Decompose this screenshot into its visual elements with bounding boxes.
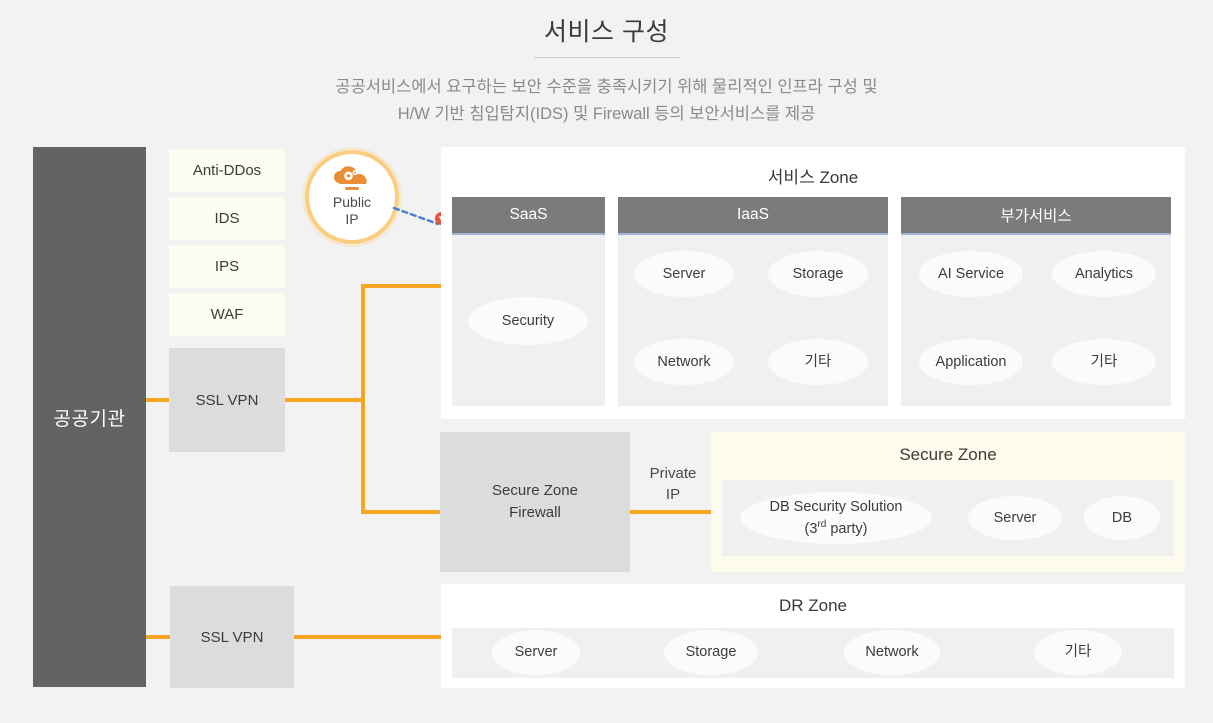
db-security-prefix: (3: [804, 520, 818, 537]
service-column-body: Server Storage Network 기타: [618, 235, 888, 406]
service-pill-server: Server: [634, 251, 734, 297]
pill-label: AI Service: [937, 265, 1005, 282]
connector-vertical-bus: [361, 284, 365, 514]
dr-zone-inner: Server Storage Network 기타: [452, 628, 1174, 678]
service-zone-title: 서비스 Zone: [767, 168, 859, 187]
pill-label: Storage: [685, 644, 737, 660]
security-item-anti-ddos: Anti-DDos: [169, 149, 285, 192]
service-column-saas: SaaS Security: [452, 197, 605, 406]
ssl-vpn-bottom-box: SSL VPN: [170, 586, 294, 688]
pill-label: Analytics: [1074, 265, 1134, 282]
public-institution-label: 공공기관: [53, 408, 126, 430]
pill-label: Security: [501, 312, 555, 329]
public-ip-badge: Public IP: [305, 150, 399, 244]
public-ip-line-1: Public: [332, 194, 372, 210]
security-item-waf: WAF: [169, 293, 285, 336]
page-title: 서비스 구성: [544, 18, 669, 46]
secure-pill-server: Server: [968, 496, 1062, 540]
db-security-line-2: (3rd party): [770, 516, 903, 538]
pill-label: Server: [514, 644, 558, 660]
dr-pill-etc: 기타: [1034, 630, 1122, 675]
service-pill-network: Network: [634, 339, 734, 385]
service-pill-application: Application: [919, 339, 1023, 385]
security-item-label: Anti-DDos: [192, 162, 262, 179]
service-pill-storage: Storage: [768, 251, 868, 297]
public-ip-line-2: IP: [345, 211, 359, 227]
db-security-suffix: party): [826, 520, 868, 537]
service-column-additional: 부가서비스 AI Service Analytics Application 기…: [901, 197, 1171, 406]
service-column-header: 부가서비스: [901, 197, 1171, 235]
db-security-line-1: DB Security Solution: [769, 498, 903, 515]
pill-label: Network: [657, 353, 711, 370]
connector-org-to-vpn-top: [146, 398, 169, 402]
public-ip-label: Public IP: [333, 194, 371, 228]
security-item-label: WAF: [210, 306, 244, 323]
dr-pill-storage: Storage: [664, 630, 758, 675]
service-column-body: AI Service Analytics Application 기타: [901, 235, 1171, 406]
connector-vpn-bottom-to-dr-zone: [294, 635, 442, 639]
pill-label: Server: [993, 509, 1037, 526]
db-security-superscript: rd: [817, 518, 827, 530]
subtitle-line-1: 공공서비스에서 요구하는 보안 수준을 충족시키기 위해 물리적인 인프라 구성…: [335, 78, 878, 96]
public-institution-block: 공공기관: [33, 147, 146, 687]
diagram-root: 서비스 구성 공공서비스에서 요구하는 보안 수준을 충족시키기 위해 물리적인…: [0, 0, 1213, 723]
secure-zone-firewall-box: Secure Zone Firewall: [440, 432, 630, 572]
secure-zone-title: Secure Zone: [899, 445, 997, 464]
service-pill-etc: 기타: [1052, 339, 1156, 385]
connector-org-to-vpn-bottom: [146, 635, 170, 639]
dr-zone-title: DR Zone: [778, 596, 848, 615]
cloud-gear-icon: [334, 166, 367, 190]
subtitle: 공공서비스에서 요구하는 보안 수준을 충족시키기 위해 물리적인 인프라 구성…: [0, 74, 1213, 128]
pill-label: Storage: [792, 265, 844, 282]
secure-zone-panel: Secure Zone DB Security Solution (3rd pa…: [711, 432, 1185, 572]
service-pill-analytics: Analytics: [1052, 251, 1156, 297]
service-column-header: SaaS: [452, 197, 605, 235]
ssl-vpn-top-label: SSL VPN: [195, 391, 259, 409]
title-underline: [533, 57, 680, 58]
pill-label: 기타: [804, 353, 832, 370]
connector-vpn-top-to-bus: [285, 398, 365, 402]
security-item-label: IPS: [214, 258, 240, 275]
pill-label: Network: [865, 644, 919, 660]
connector-bus-to-firewall: [361, 510, 441, 514]
security-item-label: IDS: [214, 210, 240, 227]
service-zone-panel: 서비스 Zone SaaS Security IaaS Server Stora…: [441, 147, 1185, 419]
service-column-body: Security: [452, 235, 605, 406]
dr-pill-network: Network: [844, 630, 940, 675]
secure-zone-inner: DB Security Solution (3rd party) Server …: [722, 480, 1174, 556]
private-ip-line-1: Private: [649, 465, 697, 482]
private-ip-label: Private IP: [636, 463, 710, 505]
pill-label: 기타: [1090, 353, 1118, 370]
service-pill-etc: 기타: [768, 339, 868, 385]
subtitle-line-2: H/W 기반 침입탐지(IDS) 및 Firewall 등의 보안서비스를 제공: [397, 105, 816, 123]
service-pill-ai-service: AI Service: [919, 251, 1023, 297]
secure-pill-db: DB: [1084, 496, 1160, 540]
firewall-line-1: Secure Zone: [492, 482, 578, 499]
service-column-header: IaaS: [618, 197, 888, 235]
security-item-ids: IDS: [169, 197, 285, 240]
connector-bus-to-service-zone: [361, 284, 441, 288]
firewall-line-2: Firewall: [509, 504, 561, 521]
security-item-ips: IPS: [169, 245, 285, 288]
private-ip-line-2: IP: [665, 486, 681, 503]
pill-label: Server: [662, 265, 706, 282]
ssl-vpn-bottom-label: SSL VPN: [200, 628, 264, 646]
service-pill-security: Security: [468, 297, 588, 345]
pill-label: DB: [1111, 509, 1133, 526]
secure-pill-db-security-solution: DB Security Solution (3rd party): [740, 492, 932, 544]
pill-label: Application: [935, 353, 1007, 370]
dr-zone-panel: DR Zone Server Storage Network 기타: [441, 584, 1185, 688]
pill-label: 기타: [1064, 644, 1092, 660]
ssl-vpn-top-box: SSL VPN: [169, 348, 285, 452]
dr-pill-server: Server: [492, 630, 580, 675]
header: 서비스 구성 공공서비스에서 요구하는 보안 수준을 충족시키기 위해 물리적인…: [0, 0, 1213, 128]
connector-firewall-to-secure-zone: [630, 510, 712, 514]
service-column-iaas: IaaS Server Storage Network 기타: [618, 197, 888, 406]
